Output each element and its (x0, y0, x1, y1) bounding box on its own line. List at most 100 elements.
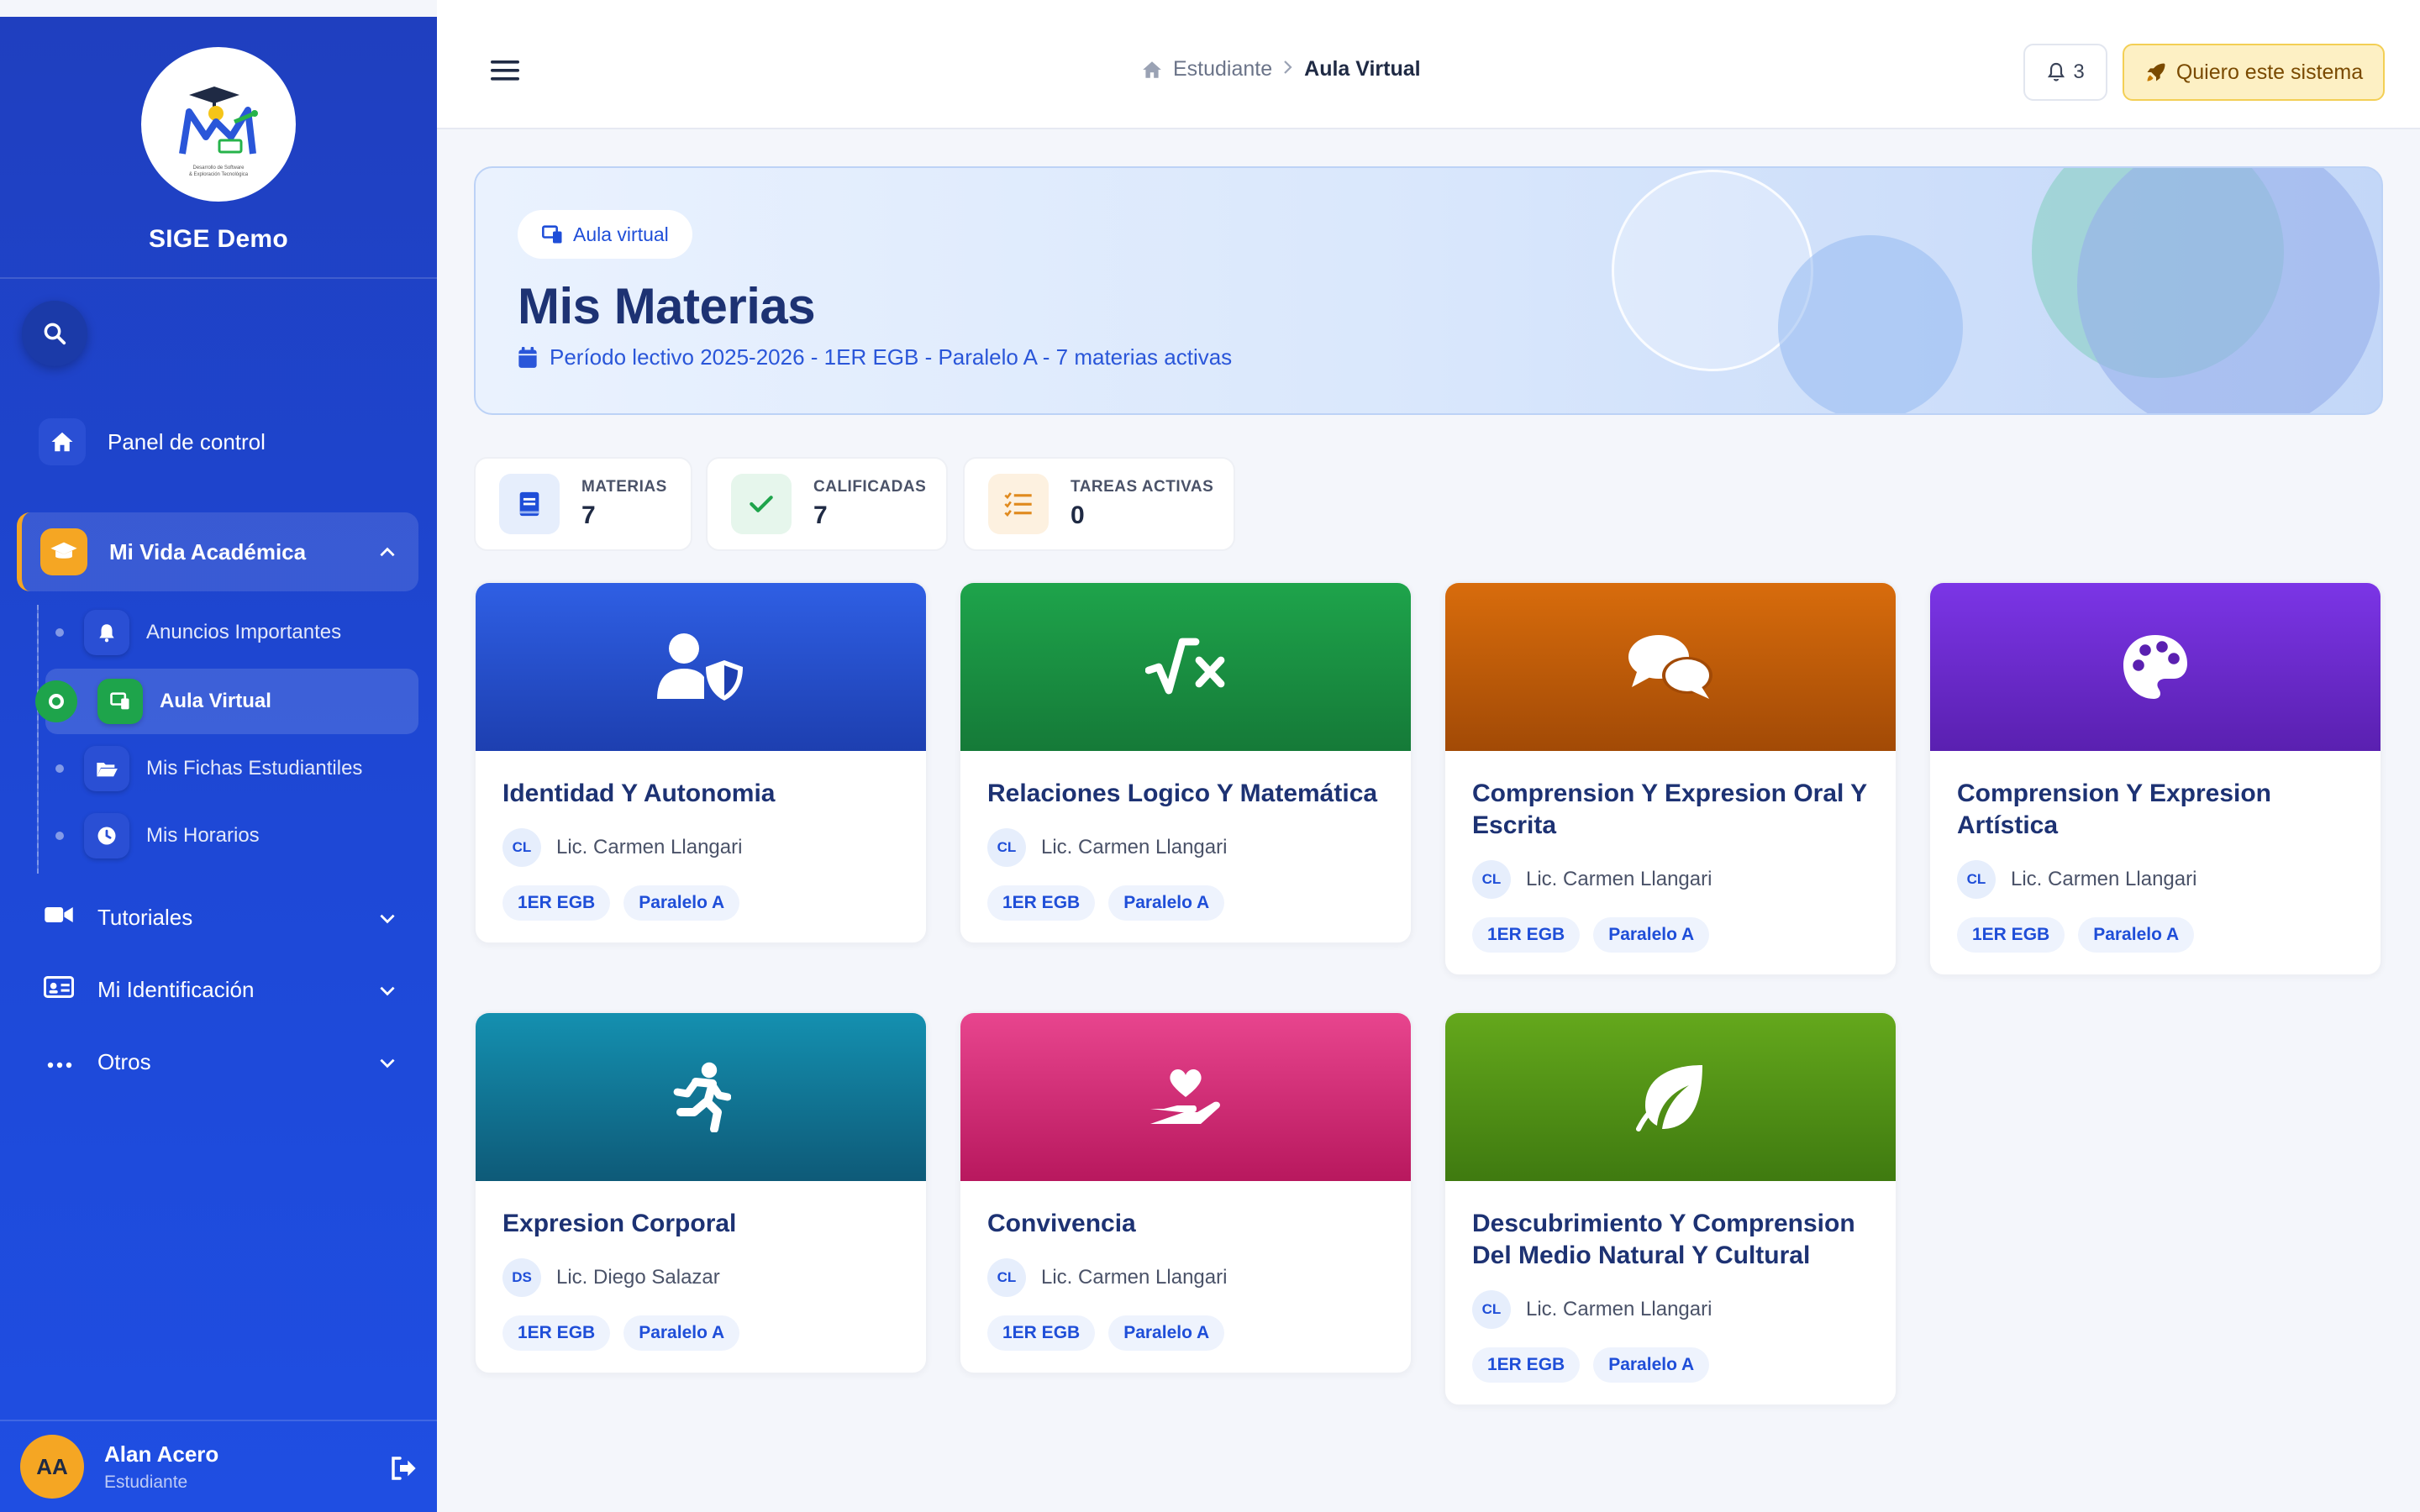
section-badge: Paralelo A (1593, 917, 1710, 953)
sidebar-item-identification[interactable]: Mi Identificación (0, 956, 437, 1023)
course-tags: 1ER EGB Paralelo A (502, 1315, 899, 1373)
submenu-guide-line (37, 605, 39, 874)
sidebar-item-label: Tutoriales (97, 904, 193, 930)
brand-name: SIGE Demo (148, 225, 289, 253)
course-teacher: CL Lic. Carmen Llangari (1472, 860, 1869, 899)
course-title[interactable]: Comprension Y Expresion Oral Y Escrita (1472, 778, 1869, 842)
course-card-header (1445, 583, 1896, 751)
course-title[interactable]: Relaciones Logico Y Matemática (987, 778, 1384, 810)
stat-card-active-tasks: TAREAS ACTIVAS 0 (963, 457, 1235, 551)
sidebar-item-label: Mi Vida Académica (109, 538, 307, 564)
course-card[interactable]: Descubrimiento Y Comprension Del Medio N… (1444, 1011, 1897, 1406)
search-icon (44, 323, 66, 345)
sidebar-item-others[interactable]: Otros (0, 1028, 437, 1095)
sidebar-subitem-label: Anuncios Importantes (146, 621, 342, 643)
teacher-initials: CL (987, 828, 1026, 867)
teacher-initials: CL (1957, 860, 1996, 899)
task-list-icon (988, 474, 1049, 534)
course-card[interactable]: Comprension Y Expresion Artística CL Lic… (1928, 581, 2382, 976)
sidebar-item-label: Panel de control (108, 428, 266, 454)
leaf-icon (1636, 1065, 1702, 1131)
course-card-header (1445, 1013, 1896, 1181)
teacher-name: Lic. Carmen Llangari (556, 836, 743, 858)
section-badge: Paralelo A (1108, 1315, 1225, 1351)
ellipsis-icon (47, 1049, 77, 1075)
course-teacher: CL Lic. Carmen Llangari (502, 828, 899, 867)
sidebar-item-tutorials[interactable]: Tutoriales (0, 884, 437, 951)
chevron-down-icon (380, 986, 395, 996)
course-card[interactable]: Relaciones Logico Y Matemática CL Lic. C… (959, 581, 1413, 944)
teacher-name: Lic. Carmen Llangari (2011, 868, 2197, 890)
sidebar-subitem-student-records[interactable]: Mis Fichas Estudiantiles (55, 739, 417, 798)
hamburger-menu-icon[interactable] (491, 59, 519, 87)
course-card[interactable]: Comprension Y Expresion Oral Y Escrita C… (1444, 581, 1897, 976)
check-icon (731, 474, 792, 534)
course-card[interactable]: Identidad Y Autonomia CL Lic. Carmen Lla… (474, 581, 928, 944)
course-card[interactable]: Convivencia CL Lic. Carmen Llangari 1ER … (959, 1011, 1413, 1374)
notifications-button[interactable]: 3 (2023, 44, 2107, 101)
teacher-name: Lic. Carmen Llangari (1526, 868, 1712, 890)
calendar-icon (518, 346, 537, 368)
section-badge: Paralelo A (623, 1315, 740, 1351)
course-tags: 1ER EGB Paralelo A (1957, 917, 2354, 974)
course-card-header (960, 583, 1411, 751)
section-badge: Paralelo A (2078, 917, 2195, 953)
course-card[interactable]: Expresion Corporal DS Lic. Diego Salazar… (474, 1011, 928, 1374)
sidebar-item-dashboard[interactable]: Panel de control (0, 408, 437, 475)
grade-badge: 1ER EGB (502, 1315, 611, 1351)
teacher-name: Lic. Carmen Llangari (1526, 1298, 1712, 1320)
running-icon (673, 1062, 731, 1132)
teacher-initials: CL (1472, 1290, 1511, 1329)
teacher-initials: DS (502, 1258, 541, 1297)
logout-icon[interactable] (388, 1455, 418, 1486)
submenu-dot (55, 628, 64, 637)
bell-icon (84, 610, 129, 655)
breadcrumb-home-link[interactable]: Estudiante (1173, 57, 1272, 81)
chalkboard-icon (97, 679, 143, 724)
section-badge: Paralelo A (1108, 885, 1225, 921)
grade-badge: 1ER EGB (1957, 917, 2065, 953)
stat-meta: MATERIAS 7 (581, 478, 667, 530)
square-root-icon (1145, 638, 1225, 695)
course-tags: 1ER EGB Paralelo A (1472, 1347, 1869, 1404)
decorative-circle (1778, 235, 1963, 413)
stat-label: MATERIAS (581, 478, 667, 496)
course-tags: 1ER EGB Paralelo A (987, 885, 1384, 942)
section-badge: Paralelo A (623, 885, 740, 921)
stat-value: 0 (1071, 501, 1085, 529)
rocket-icon (2147, 63, 2165, 81)
book-icon (499, 474, 560, 534)
school-logo[interactable]: Desarrollo de Software & Exploración Tec… (141, 47, 296, 202)
course-tags: 1ER EGB Paralelo A (1472, 917, 1869, 974)
course-title[interactable]: Expresion Corporal (502, 1208, 899, 1240)
user-meta: Alan Acero Estudiante (104, 1441, 218, 1493)
course-tags: 1ER EGB Paralelo A (987, 1315, 1384, 1373)
course-title[interactable]: Comprension Y Expresion Artística (1957, 778, 2354, 842)
course-title[interactable]: Identidad Y Autonomia (502, 778, 899, 810)
request-system-button[interactable]: Quiero este sistema (2123, 44, 2385, 101)
hero-badge: Aula virtual (518, 210, 692, 259)
user-shield-icon (657, 633, 743, 701)
course-title[interactable]: Convivencia (987, 1208, 1384, 1240)
home-icon (1143, 60, 1161, 78)
video-camera-icon (44, 903, 77, 932)
grade-badge: 1ER EGB (987, 885, 1096, 921)
sidebar-subitem-announcements[interactable]: Anuncios Importantes (55, 603, 417, 662)
course-card-header (476, 1013, 926, 1181)
sidebar-item-academic[interactable]: Mi Vida Académica (0, 518, 437, 585)
graduation-cap-icon (40, 528, 87, 575)
hero-badge-label: Aula virtual (573, 223, 669, 245)
logo-caption-line: & Exploración Tecnológica (188, 172, 249, 177)
bell-icon (2048, 62, 2065, 81)
sidebar-subitem-schedules[interactable]: Mis Horarios (55, 806, 417, 865)
sidebar-subitem-label: Aula Virtual (160, 690, 271, 712)
stat-card-graded: CALIFICADAS 7 (706, 457, 948, 551)
clock-icon (84, 813, 129, 858)
folder-open-icon (84, 746, 129, 791)
sidebar-brand: Desarrollo de Software & Exploración Tec… (0, 17, 437, 279)
avatar[interactable]: AA (20, 1435, 84, 1499)
sidebar-subitem-virtual-classroom[interactable]: Aula Virtual (35, 669, 418, 734)
course-title[interactable]: Descubrimiento Y Comprension Del Medio N… (1472, 1208, 1869, 1272)
sidebar-item-label: Otros (97, 1048, 151, 1074)
sidebar-search-button[interactable] (22, 301, 87, 366)
